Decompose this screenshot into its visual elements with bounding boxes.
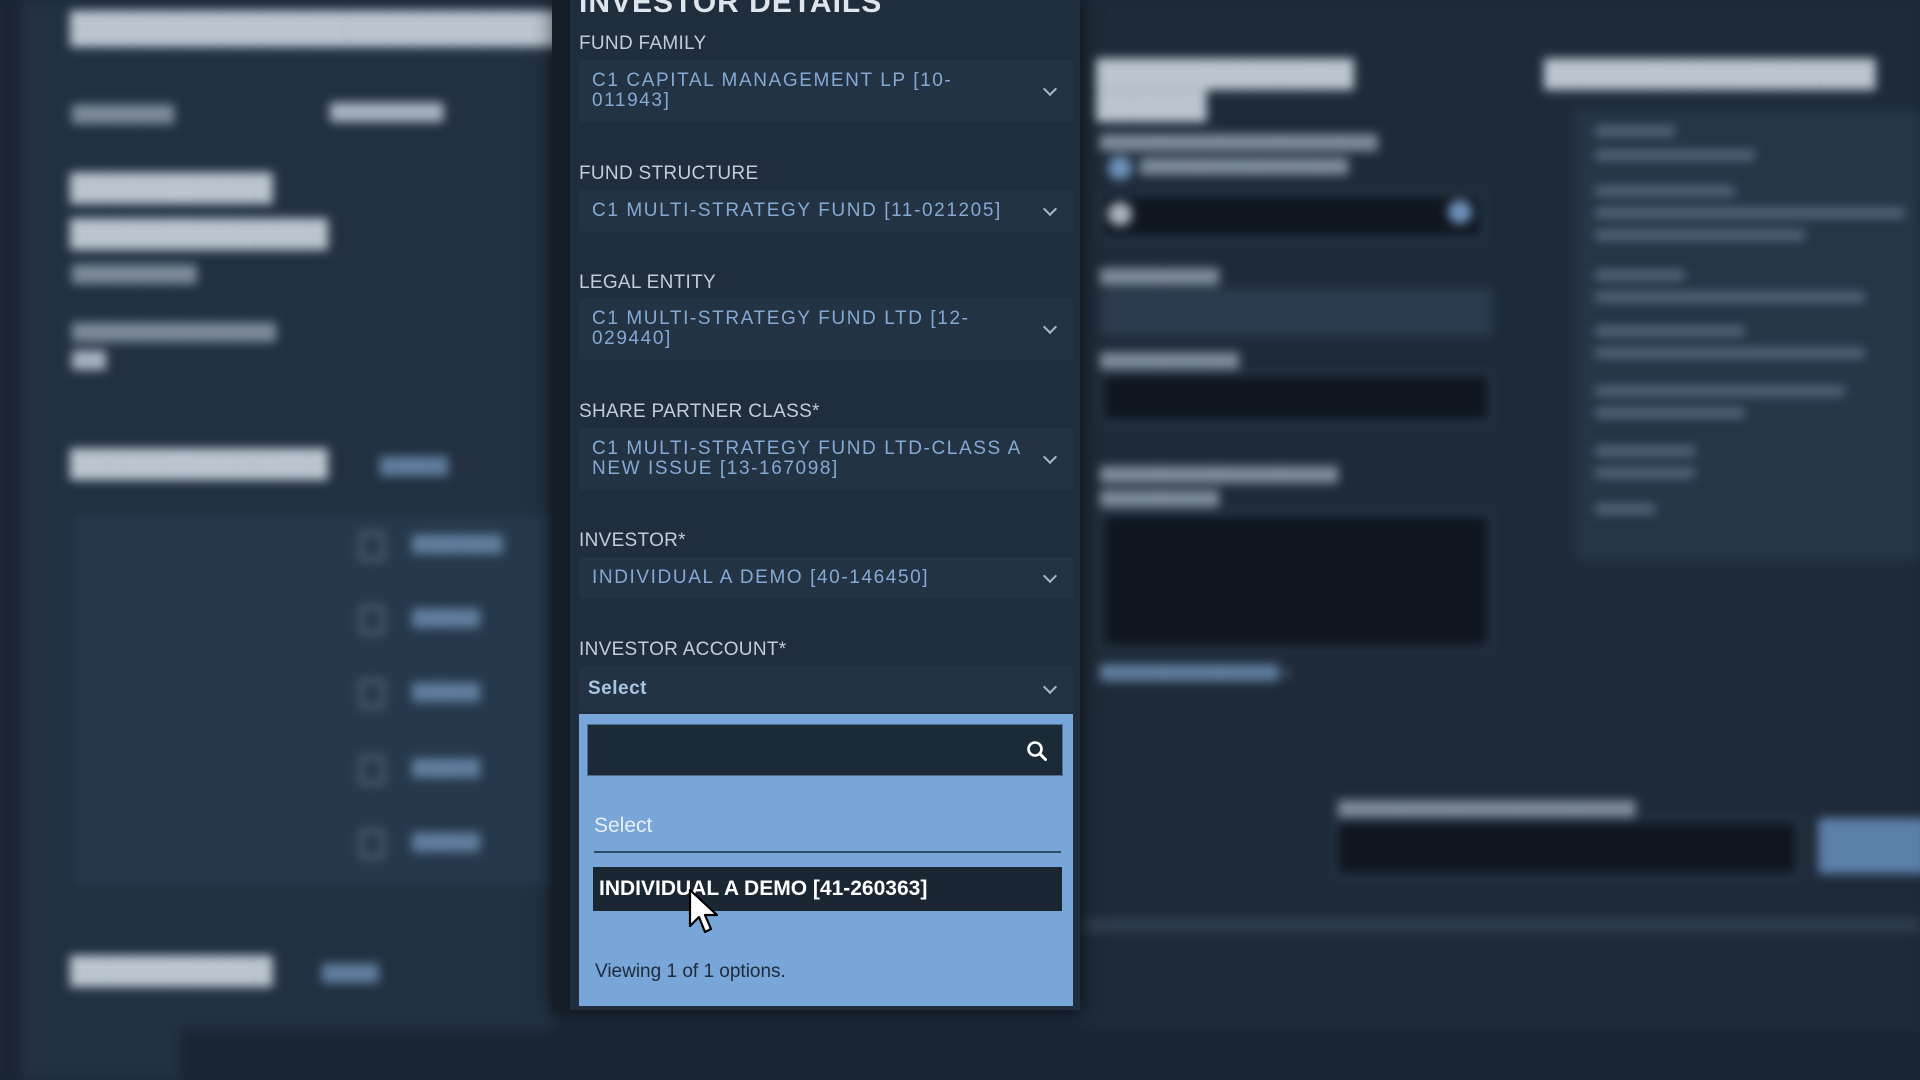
chevron-down-icon: [1042, 81, 1058, 97]
background-link: ████████: [412, 536, 503, 553]
document-icon: [360, 830, 384, 858]
background-documents-box: [75, 515, 552, 885]
background-step-heading: ██████: [1096, 90, 1207, 120]
investor-select[interactable]: INDIVIDUAL A DEMO [40-146450]: [579, 557, 1073, 599]
background-text: ██████████: [330, 104, 444, 121]
background-review-line: [1595, 408, 1745, 418]
dropdown-search-input[interactable]: [587, 724, 1063, 776]
fund-family-select[interactable]: C1 CAPITAL MANAGEMENT LP [10-011943]: [579, 60, 1073, 122]
mouse-pointer-icon: [688, 888, 719, 934]
background-rail: [0, 0, 20, 1080]
background-review-line: [1595, 270, 1685, 280]
background-section-heading: ██████████████: [70, 448, 328, 478]
background-market-amount: ██████████████: [70, 218, 328, 248]
background-section-heading: ███████████: [70, 955, 273, 985]
radio-icon: [1108, 156, 1132, 180]
document-icon: [360, 606, 384, 634]
chevron-down-icon: [1042, 679, 1058, 695]
chevron-down-icon: [1042, 201, 1058, 217]
dropdown-count-text: Viewing 1 of 1 options.: [595, 961, 786, 982]
fund-family-value: C1 CAPITAL MANAGEMENT LP [10-011943]: [592, 70, 953, 111]
background-step-heading: ██████████████: [1096, 58, 1354, 88]
background-reference-field: [1334, 818, 1800, 878]
document-icon: [360, 532, 384, 560]
background-select: [1100, 288, 1492, 336]
investor-account-value: Select: [588, 678, 647, 699]
background-text: ███████████: [72, 266, 197, 283]
background-review-line: [1595, 126, 1675, 136]
background-step-heading: ██████████████████: [1544, 58, 1876, 88]
background-text: ██████████████████████████████: [1338, 800, 1636, 816]
dropdown-option-individual-a-demo[interactable]: INDIVIDUAL A DEMO [41-260363]: [593, 867, 1062, 911]
background-date-field: [1100, 192, 1484, 240]
background-notes-field: [1100, 512, 1492, 650]
share-partner-class-label: SHARE PARTNER CLASS*: [579, 401, 820, 422]
fund-structure-value: C1 MULTI-STRATEGY FUND [11-021205]: [592, 200, 1002, 221]
background-link: ██████: [412, 760, 481, 777]
background-text: █████████████████████: [1140, 158, 1349, 174]
background-link: ██████████████████ ●: [1100, 664, 1291, 680]
document-icon: [360, 680, 384, 708]
calendar-icon: [1448, 200, 1472, 224]
background-link: ██████: [412, 834, 481, 851]
background-scrollbar: [1082, 918, 1920, 932]
investor-account-label: INVESTOR ACCOUNT*: [579, 639, 787, 660]
background-review-line: [1595, 208, 1905, 218]
chevron-down-icon: [1042, 319, 1058, 335]
background-link: ██████: [412, 684, 481, 701]
background-text: ██████████████████: [72, 324, 277, 341]
background-text: ████████████: [1100, 490, 1220, 506]
chevron-down-icon: [1042, 449, 1058, 465]
background-review-line: [1595, 186, 1735, 196]
background-link: ██████: [412, 610, 481, 627]
radio-icon: [1108, 202, 1132, 226]
background-text: ████████████████████████: [1100, 466, 1339, 482]
background-text: ████████████████████████████: [1100, 134, 1378, 150]
background-review-line: [1595, 348, 1865, 358]
investor-account-dropdown: Select INDIVIDUAL A DEMO [41-260363] Vie…: [579, 714, 1073, 1006]
investor-value: INDIVIDUAL A DEMO [40-146450]: [592, 567, 930, 588]
background-review-line: [1595, 504, 1655, 514]
investor-label: INVESTOR*: [579, 530, 686, 551]
search-icon[interactable]: [1026, 740, 1048, 762]
dropdown-divider: [594, 851, 1061, 853]
background-link: █████: [322, 965, 379, 982]
background-text: ████████████: [1100, 268, 1220, 284]
investor-account-select[interactable]: Select: [579, 666, 1073, 712]
fund-structure-label: FUND STRUCTURE: [579, 163, 759, 184]
legal-entity-select[interactable]: C1 MULTI-STRATEGY FUND LTD [12-029440]: [579, 298, 1073, 360]
document-icon: [360, 756, 384, 784]
panel-scrollbar[interactable]: [552, 0, 570, 1010]
background-fund-heading: █████████████████████████: [70, 12, 602, 45]
background-link: ██████: [380, 458, 449, 475]
page-title: INVESTOR DETAILS: [579, 0, 883, 19]
background-text: █████████: [72, 106, 175, 123]
chevron-down-icon: [1042, 568, 1058, 584]
share-partner-class-select[interactable]: C1 MULTI-STRATEGY FUND LTD-CLASS A NEW I…: [579, 428, 1073, 490]
fund-family-label: FUND FAMILY: [579, 33, 707, 54]
dropdown-option-select[interactable]: Select: [594, 814, 652, 838]
background-text: ██████████████: [1100, 352, 1239, 368]
background-submit-button: [1818, 818, 1920, 874]
background-review-line: [1595, 468, 1695, 478]
background-text: ███: [72, 352, 107, 369]
background-review-line: [1595, 150, 1755, 160]
background-left-pane: █████████████████████████ █████████ ████…: [0, 0, 601, 1080]
background-review-line: [1595, 386, 1845, 396]
background-bottom-bar: [180, 1030, 1920, 1080]
fund-structure-select[interactable]: C1 MULTI-STRATEGY FUND [11-021205]: [579, 190, 1073, 232]
background-review-line: [1595, 292, 1865, 302]
legal-entity-value: C1 MULTI-STRATEGY FUND LTD [12-029440]: [592, 308, 970, 349]
background-amount-field: [1100, 372, 1492, 424]
legal-entity-label: LEGAL ENTITY: [579, 272, 716, 293]
background-review-line: [1595, 326, 1745, 336]
background-review-line: [1595, 230, 1805, 240]
share-partner-class-value: C1 MULTI-STRATEGY FUND LTD-CLASS A NEW I…: [592, 438, 1021, 479]
background-review-line: [1595, 446, 1695, 456]
background-market-value: ███████████: [70, 172, 273, 202]
